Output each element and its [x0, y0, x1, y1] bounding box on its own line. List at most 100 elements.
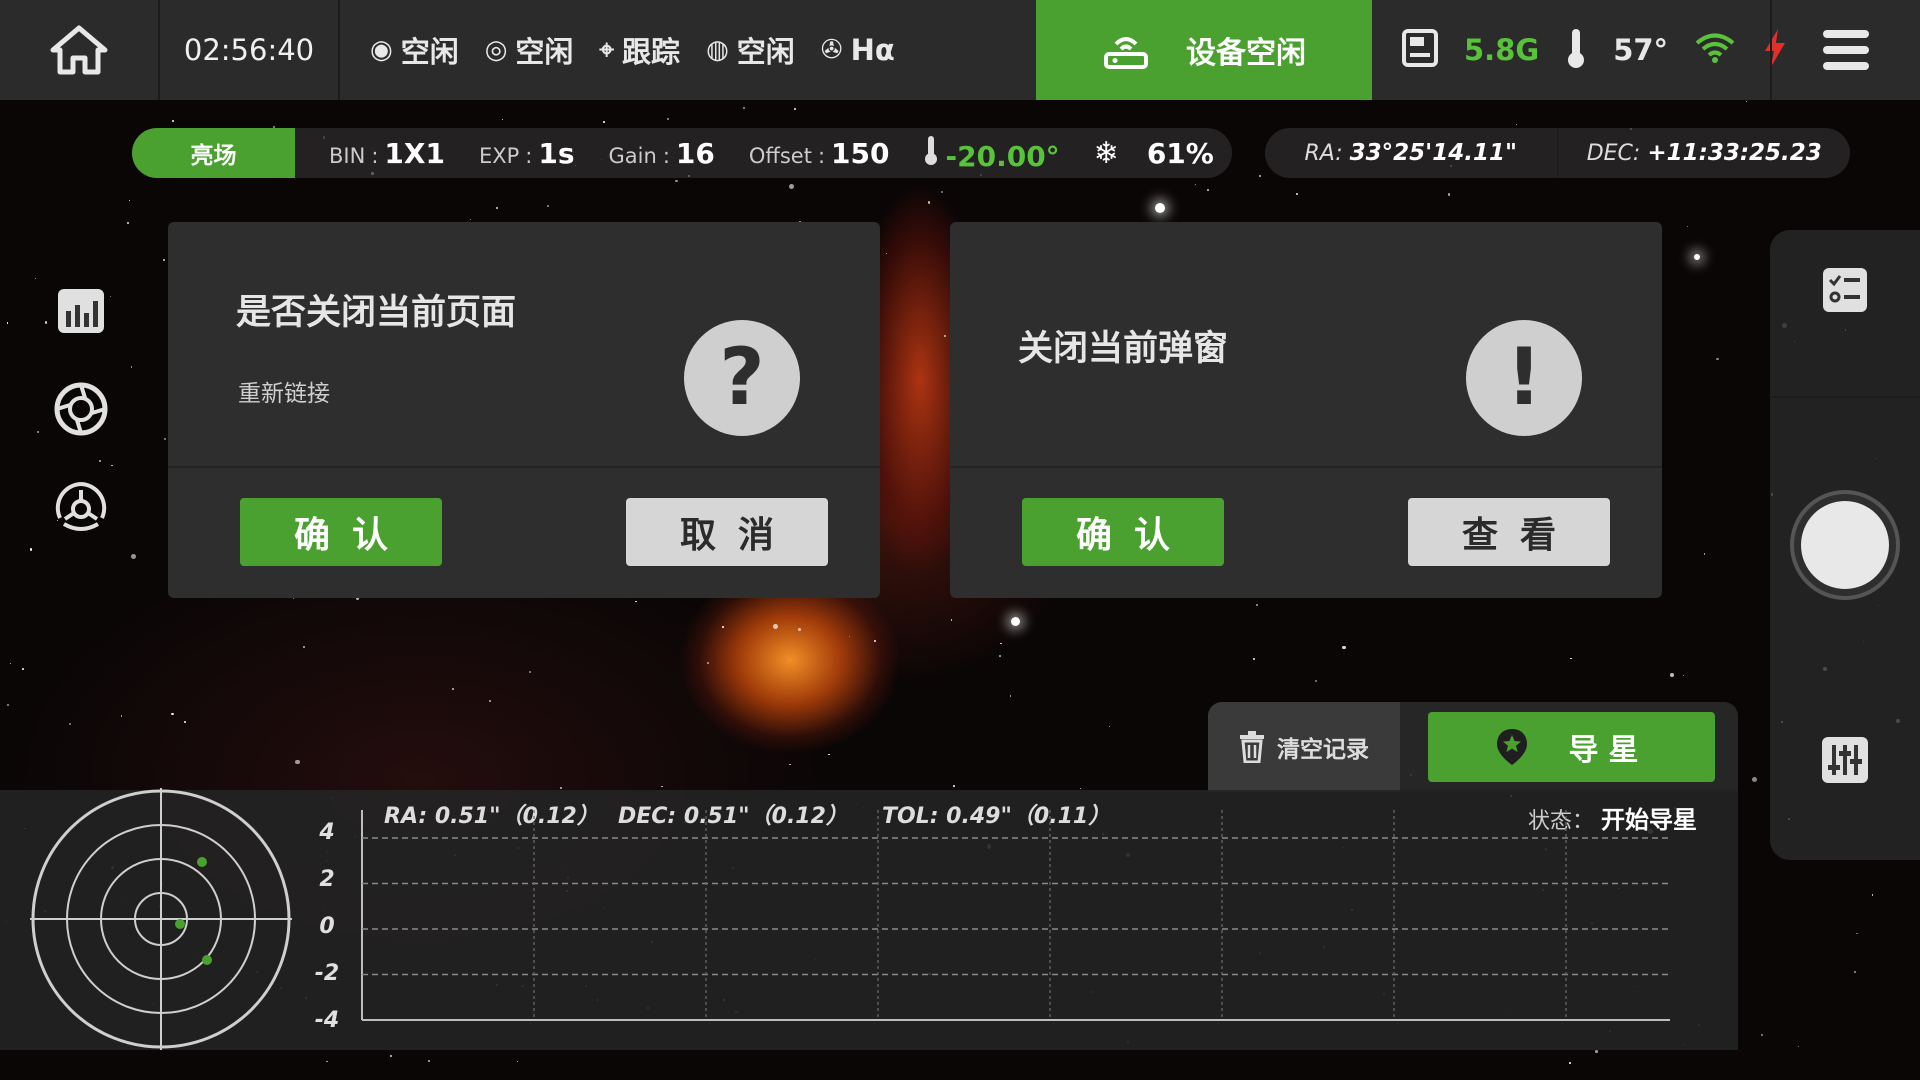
right-control-panel: [1770, 230, 1920, 860]
guide-camera-status-label: 空闲: [515, 35, 574, 69]
device-idle-label: 设备空闲: [1186, 36, 1306, 71]
star: [1686, 225, 1688, 228]
telescope-status-label: 跟踪: [622, 35, 681, 69]
radar-point: [197, 857, 207, 867]
sensor-temp-setting[interactable]: -20.00°: [923, 134, 1060, 173]
star: [1703, 553, 1706, 556]
star: [501, 118, 504, 121]
cooler-power[interactable]: ❄ 61%: [1094, 136, 1214, 171]
ra-value: 33°25'14.11": [1349, 140, 1517, 166]
star: [1295, 192, 1298, 195]
menu-button[interactable]: [1770, 0, 1920, 100]
star: [9, 663, 11, 665]
star: [743, 107, 746, 109]
dialog-separator: [950, 466, 1662, 468]
filter-wheel-status-label: Hα: [850, 33, 895, 67]
star: [130, 553, 136, 559]
star: [1856, 933, 1858, 935]
bright-star: [1011, 617, 1020, 626]
y-tick-label: 0: [319, 914, 335, 939]
histogram-button[interactable]: [52, 282, 110, 340]
star: [999, 655, 1001, 657]
star: [127, 221, 129, 224]
bin-setting[interactable]: BIN: 1X1: [329, 137, 445, 170]
shutter-ring: [1790, 490, 1900, 600]
close-page-dialog: 是否关闭当前页面 重新链接 ? 确认 取消: [168, 222, 880, 598]
view-button[interactable]: 查看: [1408, 498, 1610, 566]
star: [302, 646, 305, 649]
cancel-button[interactable]: 取消: [626, 498, 828, 566]
filter-wheel-status[interactable]: ✇ Hα: [821, 33, 895, 67]
star: [603, 121, 605, 123]
star: [559, 786, 562, 790]
adjust-settings-button[interactable]: [1770, 730, 1920, 790]
offset-label: Offset: [748, 143, 812, 168]
star: [489, 699, 492, 703]
radar-point: [175, 919, 185, 929]
offset-value: 150: [831, 136, 890, 170]
home-button[interactable]: [0, 0, 160, 100]
sensor-thermometer-icon: [923, 134, 939, 172]
star: [34, 278, 36, 280]
star: [1314, 680, 1317, 683]
star: [1009, 694, 1012, 697]
star: [1871, 894, 1874, 896]
star: [789, 183, 795, 189]
camera-status[interactable]: ◉ 空闲: [370, 29, 459, 71]
confirm-button[interactable]: 确认: [1022, 498, 1224, 566]
gain-label: Gain: [608, 143, 657, 168]
guide-camera-status[interactable]: ◎ 空闲: [485, 29, 574, 71]
aperture-button[interactable]: [52, 380, 110, 438]
y-tick-label: -4: [314, 1008, 340, 1033]
start-guide-label: 导星: [1568, 733, 1649, 768]
frame-type-toggle[interactable]: 亮场: [132, 128, 295, 178]
star-badge-icon: [1496, 729, 1527, 765]
exclamation-icon: !: [1466, 320, 1582, 436]
focuser-status-label: 空闲: [736, 35, 795, 69]
star: [163, 437, 166, 440]
offset-setting[interactable]: Offset: 150: [749, 137, 890, 170]
star: [326, 1060, 328, 1063]
sensor-temp-value: -20.00°: [945, 139, 1060, 173]
star: [828, 753, 830, 756]
thermometer-icon: [1565, 27, 1587, 73]
start-guide-button[interactable]: 导星: [1428, 712, 1715, 782]
filter-wheel-icon: ✇: [820, 35, 843, 65]
clock-time: 02:56:40: [160, 0, 340, 100]
snowflake-icon: ❄: [1093, 135, 1119, 171]
gain-setting[interactable]: Gain: 16: [609, 137, 715, 170]
task-list-button[interactable]: [1770, 260, 1920, 320]
star: [111, 464, 113, 466]
star: [1194, 184, 1196, 186]
star: [69, 722, 72, 726]
star: [1745, 100, 1748, 103]
system-status: 5.8G 57°: [1372, 0, 1786, 100]
bright-star: [1155, 203, 1165, 213]
star: [469, 218, 471, 220]
telescope-status[interactable]: ⌖ 跟踪: [599, 29, 680, 71]
exposure-setting[interactable]: EXP: 1s: [479, 137, 575, 170]
star: [1342, 645, 1346, 650]
ra-coordinate: RA: 33°25'14.11": [1265, 140, 1557, 166]
focuser-status[interactable]: ◍ 空闲: [706, 29, 795, 71]
polar-align-icon: [55, 482, 107, 531]
star: [44, 321, 48, 324]
shutter-core: [1801, 501, 1889, 589]
star: [427, 1060, 430, 1063]
shutter-button[interactable]: [1770, 485, 1920, 605]
star: [516, 1060, 518, 1062]
polar-align-button[interactable]: [52, 478, 110, 536]
confirm-button[interactable]: 确认: [240, 498, 442, 566]
bin-label: BIN: [329, 143, 366, 168]
trash-icon: [1240, 731, 1264, 763]
star: [675, 179, 679, 183]
telescope-icon: ⌖: [599, 34, 615, 65]
device-idle-button[interactable]: 设备空闲: [1036, 0, 1372, 100]
star: [1000, 642, 1002, 645]
star: [789, 763, 791, 765]
dec-coordinate: DEC: +11:33:25.23: [1559, 140, 1851, 166]
star: [722, 626, 724, 629]
dec-label: DEC:: [1586, 141, 1641, 166]
clear-log-button[interactable]: 清空记录: [1208, 702, 1400, 792]
home-icon: [50, 25, 108, 75]
